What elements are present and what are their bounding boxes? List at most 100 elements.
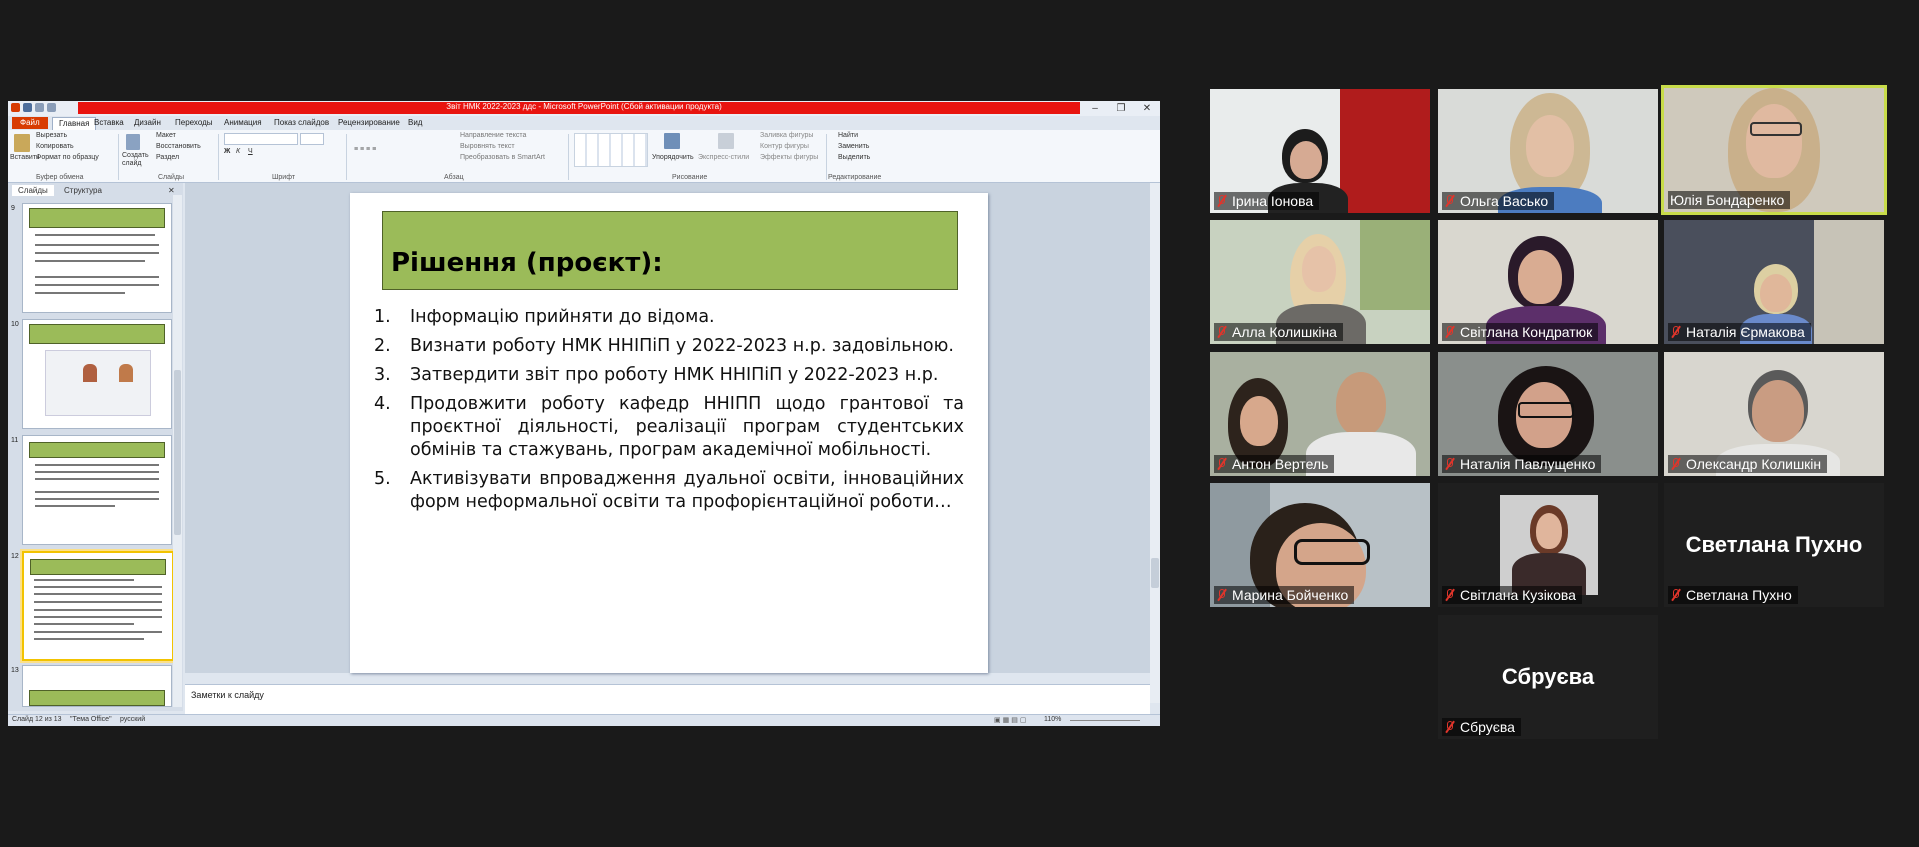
video-tile[interactable]: Наталія Єрмакова [1664, 220, 1884, 344]
slide-thumbnail-11[interactable] [22, 435, 172, 545]
video-tile[interactable]: Олександр Колишкін [1664, 352, 1884, 476]
shape-outline-button[interactable]: Контур фигуры [760, 143, 809, 150]
slides-panel-scrollbar[interactable] [173, 195, 182, 707]
zoom-slider[interactable] [1070, 720, 1140, 721]
shapes-gallery[interactable] [574, 133, 648, 167]
scrollbar-thumb[interactable] [174, 370, 181, 535]
arrange-button[interactable]: Упорядочить [652, 154, 694, 161]
title-bar: Звіт НМК 2022-2023 ддс - Microsoft Power… [8, 101, 1160, 116]
muted-mic-icon [1444, 325, 1456, 339]
separator [568, 134, 569, 180]
thumb-text-line [35, 260, 145, 262]
copy-button[interactable]: Копировать [36, 143, 74, 150]
font-name-select[interactable] [224, 133, 298, 145]
view-buttons[interactable]: ▣▦▤▢ [994, 716, 1028, 724]
video-tile[interactable]: Ірина Іонова [1210, 89, 1430, 213]
slide-thumbnail-13[interactable] [22, 665, 172, 707]
editor-scrollbar[interactable] [1150, 183, 1160, 703]
text-direction-button[interactable]: Направление текста [460, 132, 526, 139]
format-painter-button[interactable]: Формат по образцу [36, 154, 99, 161]
new-slide-icon[interactable] [126, 134, 140, 150]
separator [826, 134, 827, 180]
tab-animation[interactable]: Анимация [224, 117, 262, 129]
find-button[interactable]: Найти [838, 132, 858, 139]
section-button[interactable]: Раздел [156, 154, 179, 161]
select-button[interactable]: Выделить [838, 154, 870, 161]
video-tile[interactable]: Світлана Кузікова [1438, 483, 1658, 607]
slide-thumbnail-9[interactable] [22, 203, 172, 313]
quick-styles-button[interactable]: Экспресс-стили [698, 154, 749, 161]
thumb-text-line [35, 464, 159, 466]
participant-face [1302, 246, 1336, 292]
zoom-level[interactable]: 110% [1044, 716, 1061, 723]
participant-name: Марина Бойченко [1214, 586, 1355, 604]
quick-styles-icon[interactable] [718, 133, 734, 149]
layout-button[interactable]: Макет [156, 132, 176, 139]
video-tile[interactable]: Марина Бойченко [1210, 483, 1430, 607]
slides-group-label: Слайды [158, 174, 185, 181]
slide-thumbnail-12[interactable] [22, 551, 174, 661]
video-tile-active-speaker[interactable]: Юлія Бондаренко [1661, 85, 1887, 215]
video-tile[interactable]: Антон Вертель [1210, 352, 1430, 476]
tab-design[interactable]: Дизайн [134, 117, 161, 129]
maximize-button[interactable]: ❐ [1108, 101, 1134, 116]
video-tile[interactable]: Світлана Кондратюк [1438, 220, 1658, 344]
italic-button[interactable]: К [236, 148, 240, 155]
tab-outline[interactable]: Структура [58, 185, 108, 196]
scrollbar-thumb[interactable] [1151, 558, 1159, 588]
new-slide-button[interactable]: Создать слайд [122, 152, 150, 168]
thumb-text-line [34, 579, 134, 581]
slide-thumbnail-10[interactable] [22, 319, 172, 429]
muted-mic-icon [1216, 194, 1228, 208]
align-text-button[interactable]: Выровнять текст [460, 143, 515, 150]
paste-icon[interactable] [14, 134, 30, 152]
tab-review[interactable]: Рецензирование [338, 117, 400, 129]
muted-mic-icon [1670, 588, 1682, 602]
underline-button[interactable]: Ч [248, 148, 253, 155]
tab-home[interactable]: Главная [52, 117, 97, 130]
video-tile[interactable]: Алла Колишкіна [1210, 220, 1430, 344]
bold-button[interactable]: Ж [224, 148, 230, 155]
tab-transitions[interactable]: Переходы [175, 117, 213, 129]
slide-list-item: 1. Інформацію прийняти до відома. [374, 306, 964, 329]
participant-name: Ірина Іонова [1214, 192, 1320, 210]
minimize-button[interactable]: – [1082, 101, 1108, 116]
shape-effects-button[interactable]: Эффекты фигуры [760, 154, 818, 161]
thumb-text-line [34, 593, 162, 595]
video-tile[interactable]: Сбруєва Сбруєва [1438, 615, 1658, 739]
thumb-text-line [35, 498, 159, 500]
slide-title[interactable]: Рішення (проєкт): [391, 248, 663, 278]
tab-insert[interactable]: Вставка [94, 117, 124, 129]
slide-list-item: 5. Активізувати впровадження дуальної осв… [374, 468, 964, 514]
cut-button[interactable]: Вырезать [36, 132, 67, 139]
current-slide[interactable]: Рішення (проєкт): 1. Інформацію прийняти … [350, 193, 988, 673]
video-tile[interactable]: Наталія Павлущенко [1438, 352, 1658, 476]
glasses [1294, 539, 1370, 565]
notes-pane[interactable]: Заметки к слайду [185, 684, 1150, 715]
arrange-icon[interactable] [664, 133, 680, 149]
reset-button[interactable]: Восстановить [156, 143, 201, 150]
thumb-number: 12 [11, 553, 19, 560]
tab-slides[interactable]: Слайды [12, 185, 54, 196]
font-size-select[interactable] [300, 133, 324, 145]
slide-counter: Слайд 12 из 13 [12, 716, 62, 723]
language[interactable]: русский [120, 716, 145, 723]
close-button[interactable]: ✕ [1134, 101, 1160, 116]
slide-body-list[interactable]: 1. Інформацію прийняти до відома. 2. Визна… [374, 306, 964, 520]
thumb-photo [119, 364, 133, 382]
align-buttons[interactable]: ≡ ≡ ≡ ≡ [354, 146, 376, 153]
video-tile[interactable]: Ольга Васько [1438, 89, 1658, 213]
thumb-title-band [30, 559, 166, 575]
replace-button[interactable]: Заменить [838, 143, 869, 150]
separator [346, 134, 347, 180]
thumb-text-line [34, 616, 162, 618]
thumb-text-line [34, 623, 134, 625]
tab-file[interactable]: Файл [12, 117, 48, 129]
smartart-button[interactable]: Преобразовать в SmartArt [460, 154, 545, 161]
muted-mic-icon [1670, 457, 1682, 471]
tab-slideshow[interactable]: Показ слайдов [274, 117, 329, 129]
slide-list-item: 4. Продовжити роботу кафедр ННІПП щодо гр… [374, 393, 964, 462]
tab-view[interactable]: Вид [408, 117, 422, 129]
video-tile[interactable]: Светлана Пухно Светлана Пухно [1664, 483, 1884, 607]
shape-fill-button[interactable]: Заливка фигуры [760, 132, 813, 139]
